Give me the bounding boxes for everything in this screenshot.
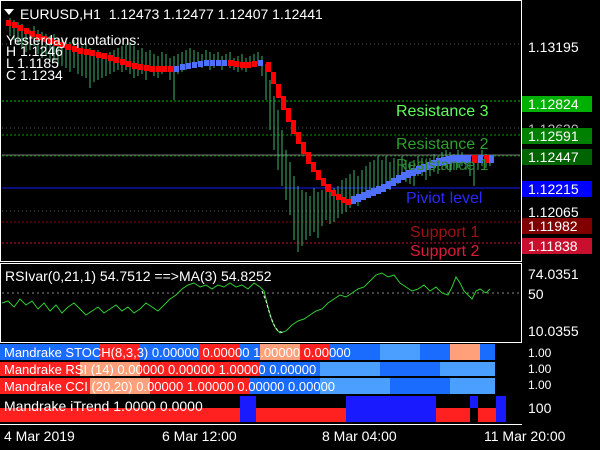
cci-strip[interactable]: Mandrake CCI (20,20) 0.00000 1.00000 0.0… (0, 378, 522, 394)
rsi-tick-high: 74.0351 (528, 266, 579, 282)
cci-scale: 1.00 (528, 378, 552, 392)
support-2-tag: 1.11838 (522, 238, 592, 254)
itrend-strip-label: Mandrake iTrend 1.0000 0.0000 (4, 398, 203, 414)
support-1-label: Support 1 (410, 224, 480, 241)
itrend-scale: 100 (528, 400, 552, 416)
time-label-4: 11 Mar 20:00 (484, 428, 566, 444)
rsi-label: RSIvar(0,21,1) 54.7512 ==>MA(3) 54.8252 (5, 268, 272, 284)
itrend-strip[interactable]: Mandrake iTrend 1.0000 0.0000 (0, 396, 522, 422)
time-label-1: 4 Mar 2019 (4, 428, 75, 444)
stoch-strip-label: Mandrake STOCH(8,3,3) 0.00000 0.00000 1.… (4, 345, 351, 360)
trend-blocks-blue (174, 60, 494, 204)
cci-strip-label: Mandrake CCI (20,20) 0.00000 1.00000 0.0… (4, 379, 336, 394)
resistance-2-tag: 1.12591 (522, 128, 592, 144)
resistance-2-label: Resistance 2 (396, 136, 489, 153)
rsi-strip-label: Mandrake RSI (14) 0.00000 0.00000 1.0000… (4, 362, 317, 376)
yesterday-close: C 1.1234 (6, 67, 63, 83)
pivot-label: Piviot level (406, 190, 483, 207)
symbol-label: EURUSD,H1 1.12473 1.12477 1.12407 1.1244… (20, 6, 323, 22)
rsi-tick-mid: 50 (528, 286, 544, 302)
resistance-1-tag: 1.12447 (522, 149, 592, 165)
symbol-name: EURUSD,H1 (20, 6, 101, 22)
stoch-scale: 1.00 (528, 346, 552, 360)
ohlc-values: 1.12473 1.12477 1.12407 1.12441 (108, 6, 323, 22)
time-axis-line (0, 424, 522, 425)
rsi-strip[interactable]: Mandrake RSI (14) 0.00000 0.00000 1.0000… (0, 362, 522, 376)
rsi-tick-low: 10.0355 (528, 323, 579, 339)
support-1-tag: 1.11982 (522, 218, 592, 234)
stoch-strip[interactable]: Mandrake STOCH(8,3,3) 0.00000 0.00000 1.… (0, 344, 522, 360)
time-label-2: 6 Mar 12:00 (162, 428, 237, 444)
support-2-label: Support 2 (410, 243, 480, 260)
time-label-3: 8 Mar 04:00 (322, 428, 397, 444)
price-tick: 1.13195 (528, 39, 579, 55)
resistance-1-label: Resistance 1 (396, 157, 489, 174)
rsi-strip-scale: 1.00 (528, 362, 552, 376)
resistance-3-label: Resistance 3 (396, 103, 489, 120)
symbol-dropdown-icon (4, 9, 14, 15)
pivot-tag: 1.12215 (522, 181, 592, 197)
resistance-3-tag: 1.12824 (522, 96, 592, 112)
